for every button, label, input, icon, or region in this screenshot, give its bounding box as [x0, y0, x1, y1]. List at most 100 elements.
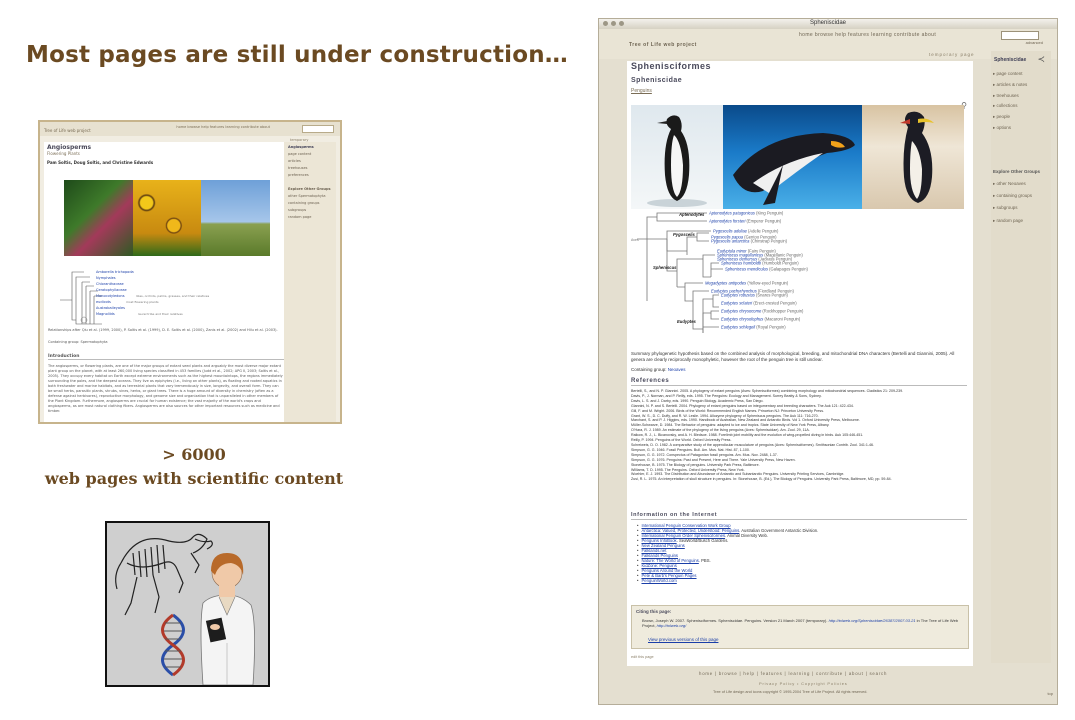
species-label[interactable]: Eudyptes chrysolophus (Macaroni Penguin) — [721, 317, 801, 322]
search-input[interactable] — [1001, 31, 1039, 40]
previous-versions-link[interactable]: View previous versions of this page — [648, 637, 718, 642]
thumb-images — [64, 180, 271, 256]
species-label[interactable]: Spheniscus mendiculus (Galapagos Penguin… — [725, 267, 808, 272]
thumb-nav: home browse help features learning contr… — [176, 125, 270, 129]
neoaves-link[interactable]: Neoaves — [668, 367, 686, 372]
internet-info-heading: Information on the Internet — [631, 512, 967, 520]
explore-item[interactable]: ▸ random page — [993, 218, 1049, 224]
explore-heading: Explore Other Groups — [993, 169, 1041, 174]
tree-image — [201, 180, 271, 256]
thumb-side-item: preferences — [288, 173, 309, 177]
citation-url[interactable]: http://tolweb.org/Spheniscidae/26387/200… — [829, 618, 916, 623]
thumb-logo: Tree of Life web project — [44, 128, 91, 133]
species-label[interactable]: Eudyptes chrysocome (Rockhopper Penguin) — [721, 309, 804, 314]
containing-group: Containing group: Neoaves — [631, 367, 686, 372]
sidebar-item[interactable]: ▸ page content — [993, 71, 1049, 77]
phylogeny-summary: Summary phylogenetic hypothesis based on… — [631, 351, 955, 362]
thumb-subtitle: Flowering Plants — [47, 151, 80, 156]
thumb-side-heading: Explore Other Groups — [288, 187, 331, 191]
reference-item: Zusi, R. L. 1975. An interpretation of s… — [631, 477, 892, 482]
root-label: Aves — [631, 238, 639, 242]
species-label[interactable]: Eudyptes robustus (Snares Penguin) — [721, 293, 789, 298]
thumb-tree-label: Magnoliids — [96, 312, 115, 316]
species-label[interactable]: Pygoscelis antarctica (Chinstrap Penguin… — [711, 239, 788, 244]
citation-url-root[interactable]: http://tolweb.org/ — [657, 623, 687, 628]
genus-label: Pygoscelis — [673, 232, 696, 237]
angiosperms-page-thumbnail: Tree of Life web project home browse hel… — [38, 120, 342, 424]
explore-item[interactable]: ▸ subgroups — [993, 205, 1049, 211]
species-labels: Aptenodytes patagonicus (King Penguin) Ap… — [705, 211, 808, 330]
species-label[interactable]: Spheniscus humboldti (Humboldt Penguin) — [721, 261, 799, 266]
thumb-authors: Pam Soltis, Doug Soltis, and Christine E… — [47, 160, 154, 165]
tree-of-life-logo[interactable]: Tree of Life web project — [629, 42, 697, 48]
sidebar: Spheniscidae ≺ ▸ page content ▸ articles … — [991, 51, 1051, 663]
thumb-temporary: temporary — [290, 138, 309, 142]
citation-heading: Citing this page: — [636, 609, 672, 614]
species-label[interactable]: Aptenodytes patagonicus (King Penguin) — [708, 211, 784, 216]
species-label[interactable]: Eudyptes sclateri (Erect-crested Penguin… — [721, 301, 797, 306]
sidebar-item[interactable]: ▸ options — [993, 125, 1049, 131]
penguin-phylogeny-tree: Aptenodytes Pygoscelis Spheniscus Eudypt… — [631, 211, 808, 333]
thumb-sidebar: Angiosperms page content articles treeho… — [284, 142, 336, 422]
slide-headline: Most pages are still under construction… — [26, 42, 568, 68]
sidebar-item[interactable]: ▸ articles & notes — [993, 82, 1049, 88]
footer-copyright: Tree of Life design and icons copyright … — [713, 690, 868, 694]
thumb-header: Tree of Life web project home browse hel… — [40, 122, 340, 136]
sidebar-title: Spheniscidae — [994, 57, 1027, 63]
advanced-search-link[interactable]: advanced — [1026, 40, 1043, 45]
thumb-main: Angiosperms Flowering Plants Pam Soltis,… — [44, 142, 284, 422]
sidebar-item[interactable]: ▸ people — [993, 114, 1049, 120]
back-to-top-link[interactable]: top — [1047, 691, 1053, 696]
thumb-side-item: articles — [288, 159, 301, 163]
tree-branch-icon: ≺ — [1037, 54, 1045, 64]
internet-link-source: . PBS. — [698, 558, 711, 563]
penguin-photo-3[interactable] — [862, 105, 964, 209]
internet-links-list: International Penguin Conservation Work … — [637, 523, 967, 583]
sidebar-item[interactable]: ▸ treehouses — [993, 93, 1049, 99]
thumb-side-item: subgroups — [288, 208, 307, 212]
thumb-intro-heading: Introduction — [48, 354, 284, 360]
site-nav[interactable]: home browse help features learning contr… — [799, 32, 936, 38]
main-content: Sphenisciformes Spheniscidae Penguins ⚲ — [627, 61, 973, 666]
footer-nav[interactable]: home | browse | help | features | learni… — [699, 671, 887, 676]
footer-policy[interactable]: Privacy Policy • Copyright Policies — [759, 681, 848, 686]
explore-item[interactable]: ▸ other Neoaves — [993, 181, 1049, 187]
thumb-tree-label: Chloranthaceae — [96, 282, 124, 286]
temporary-page-label: temporary page — [929, 52, 975, 57]
pages-caption: web pages with scientific content — [44, 469, 344, 488]
explore-item[interactable]: ▸ containing groups — [993, 193, 1049, 199]
spheniscidae-browser-window: Spheniscidae home browse help features l… — [598, 18, 1058, 705]
thumb-side-item: other Spermatophyta — [288, 194, 326, 198]
penguin-photo-2[interactable] — [723, 105, 862, 209]
internet-link[interactable]: PenguinWorld.com — [641, 578, 676, 583]
thumb-intro-text: The angiosperms, or flowering plants, ar… — [48, 364, 283, 413]
scientist-clipart — [105, 521, 270, 687]
species-label[interactable]: Pygoscelis adeliae (Adelie Penguin) — [713, 229, 779, 234]
references-heading: References — [631, 378, 967, 386]
thumb-tree-label: Amborella trichopoda — [96, 270, 134, 274]
thumb-tree-labels: Amborella trichopoda Nymphales Chloranth… — [96, 270, 134, 316]
penguin-photo-1[interactable] — [631, 105, 723, 209]
lily-pads-image — [64, 180, 133, 256]
genus-label: Eudyptes — [677, 319, 697, 324]
page-subtitle-group: Spheniscidae — [631, 77, 683, 84]
thumb-relationship: Relationships after Qiu et al. (1999, 20… — [48, 328, 278, 332]
species-label[interactable]: Eudyptes schlegeli (Royal Penguin) — [721, 325, 786, 330]
thumb-side-title: Angiosperms — [288, 145, 314, 149]
species-label[interactable]: Megadyptes antipodes (Yellow-eyed Pengui… — [705, 281, 789, 286]
thumb-side-item: containing groups — [288, 201, 320, 205]
page-title: Sphenisciformes — [631, 61, 712, 71]
thumb-tree-label: Ceratophyllaceae — [96, 288, 127, 292]
scientist-illustration — [107, 523, 268, 685]
thumb-title: Angiosperms — [47, 144, 92, 151]
pages-count: > 6000 — [162, 445, 226, 464]
site-header: home browse help features learning contr… — [599, 29, 1057, 59]
common-name-link[interactable]: Penguins — [631, 88, 652, 94]
explore-menu: ▸ other Neoaves ▸ containing groups ▸ subg… — [993, 181, 1049, 230]
sidebar-item[interactable]: ▸ collections — [993, 103, 1049, 109]
citation-text: Brown, Joseph W. 2007. Sphenisciformes. … — [642, 618, 962, 628]
thumb-phylogeny: Amborella trichopoda Nymphales Chloranth… — [60, 270, 210, 325]
edit-page-link[interactable]: edit this page — [631, 655, 654, 659]
species-label[interactable]: Aptenodytes forsteri (Emperor Penguin) — [708, 219, 782, 224]
genus-label: Spheniscus — [653, 265, 677, 270]
